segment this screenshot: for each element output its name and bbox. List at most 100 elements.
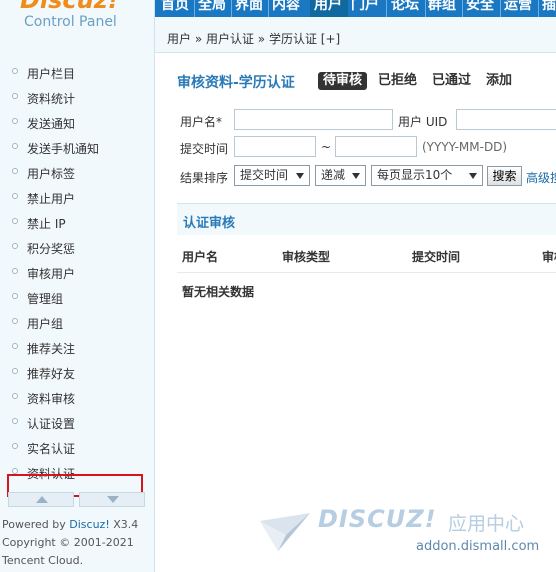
sidebar-item-verify-settings[interactable]: 认证设置 bbox=[0, 412, 154, 432]
advanced-search-link[interactable]: 高级搜索 bbox=[526, 169, 556, 186]
uid-input[interactable] bbox=[456, 109, 556, 130]
sidebar-item-profile-review[interactable]: 资料审核 bbox=[0, 387, 154, 407]
time-start-input[interactable] bbox=[234, 136, 316, 157]
nav-divider bbox=[425, 0, 426, 17]
watermark-logo: DISCUZ! bbox=[318, 505, 437, 533]
bullet-icon bbox=[12, 268, 18, 274]
sidebar-item-user-groups[interactable]: 用户组 bbox=[0, 312, 154, 332]
sidebar-item-send-notice[interactable]: 发送通知 bbox=[0, 112, 154, 132]
nav-divider bbox=[538, 0, 539, 17]
bullet-icon bbox=[12, 118, 18, 124]
nav-divider bbox=[500, 0, 501, 17]
bullet-icon bbox=[12, 393, 18, 399]
dropdown-arrow-icon bbox=[352, 173, 360, 179]
empty-message: 暂无相关数据 bbox=[182, 285, 255, 299]
page-title: 审核资料-学历认证 bbox=[177, 75, 295, 91]
arrow-up-icon bbox=[36, 496, 48, 503]
col-header-username: 用户名 bbox=[182, 250, 219, 264]
nav-users[interactable]: 用户 bbox=[314, 0, 342, 14]
nav-global[interactable]: 全局 bbox=[198, 0, 226, 14]
sidebar-item-moderate-users[interactable]: 审核用户 bbox=[0, 262, 154, 282]
dropdown-arrow-icon bbox=[469, 173, 477, 179]
scroll-down-button[interactable] bbox=[79, 492, 145, 507]
per-page-value: 每页显示10个 bbox=[377, 168, 453, 182]
nav-groups[interactable]: 群组 bbox=[428, 0, 456, 14]
sort-order-select[interactable]: 递减 bbox=[315, 165, 366, 186]
paper-plane-icon bbox=[260, 513, 310, 551]
scroll-up-button[interactable] bbox=[8, 492, 74, 507]
nav-portal[interactable]: 门户 bbox=[351, 0, 379, 14]
col-header-review-type: 审核类型 bbox=[282, 250, 331, 264]
section-header: 认证审核 bbox=[177, 203, 556, 235]
discuz-logo[interactable]: Discuz! bbox=[20, 0, 119, 14]
nav-home[interactable]: 首页 bbox=[161, 0, 189, 14]
nav-security[interactable]: 安全 bbox=[466, 0, 494, 14]
sidebar-item-user-tags[interactable]: 用户标签 bbox=[0, 162, 154, 182]
sidebar-item-label: 管理组 bbox=[27, 292, 64, 306]
bullet-icon bbox=[12, 218, 18, 224]
sidebar-item-credit-rewards[interactable]: 积分奖惩 bbox=[0, 237, 154, 257]
tab-pending[interactable]: 待审核 bbox=[318, 72, 368, 90]
sidebar-item-profile-stats[interactable]: 资料统计 bbox=[0, 87, 154, 107]
bullet-icon bbox=[12, 418, 18, 424]
watermark-text: 应用中心 bbox=[448, 513, 525, 535]
sidebar-item-label: 审核用户 bbox=[27, 267, 76, 281]
bullet-icon bbox=[12, 68, 18, 74]
sidebar-item-ban-user[interactable]: 禁止用户 bbox=[0, 187, 154, 207]
sort-order-value: 递减 bbox=[321, 168, 346, 182]
logo-area: Discuz! Control Panel bbox=[0, 0, 155, 50]
bullet-icon bbox=[12, 318, 18, 324]
tab-add[interactable]: 添加 bbox=[481, 72, 517, 90]
sidebar-item-admin-groups[interactable]: 管理组 bbox=[0, 287, 154, 307]
col-header-submit-time: 提交时间 bbox=[412, 250, 461, 264]
sort-field-select[interactable]: 提交时间 bbox=[234, 165, 310, 186]
search-button[interactable]: 搜索 bbox=[487, 166, 522, 186]
footer: Powered by Discuz! X3.4 Copyright © 2001… bbox=[2, 516, 138, 570]
nav-divider bbox=[386, 0, 387, 17]
nav-plugins[interactable]: 插件 bbox=[542, 0, 556, 14]
sort-field-value: 提交时间 bbox=[240, 168, 289, 182]
time-end-input[interactable] bbox=[335, 136, 417, 157]
sidebar-item-realname-verify[interactable]: 实名认证 bbox=[0, 437, 154, 457]
time-format-hint: (YYYY-MM-DD) bbox=[422, 140, 508, 154]
sidebar-item-label: 禁止 IP bbox=[27, 217, 66, 231]
bullet-icon bbox=[12, 193, 18, 199]
username-input[interactable] bbox=[234, 109, 393, 130]
per-page-select[interactable]: 每页显示10个 bbox=[371, 165, 483, 186]
sidebar-item-send-sms[interactable]: 发送手机通知 bbox=[0, 137, 154, 157]
control-panel-label: Control Panel bbox=[24, 14, 117, 30]
sidebar-item-label: 推荐好友 bbox=[27, 367, 76, 381]
nav-divider bbox=[231, 0, 232, 17]
bullet-icon bbox=[12, 443, 18, 449]
footer-powered-prefix: Powered by bbox=[2, 518, 70, 531]
bullet-icon bbox=[12, 143, 18, 149]
tab-rejected[interactable]: 已拒绝 bbox=[373, 72, 422, 90]
bullet-icon bbox=[12, 93, 18, 99]
dropdown-arrow-icon bbox=[296, 173, 304, 179]
footer-company: Tencent Cloud. bbox=[2, 554, 84, 567]
tab-approved[interactable]: 已通过 bbox=[427, 72, 476, 90]
sidebar-item-ban-ip[interactable]: 禁止 IP bbox=[0, 212, 154, 232]
nav-forum[interactable]: 论坛 bbox=[391, 0, 419, 14]
sidebar-scroll-controls bbox=[8, 492, 146, 508]
sidebar-item-label: 禁止用户 bbox=[27, 192, 76, 206]
discuz-link[interactable]: Discuz! bbox=[69, 518, 109, 531]
section-title: 认证审核 bbox=[183, 216, 236, 231]
sidebar-item-label: 资料统计 bbox=[27, 92, 76, 106]
sidebar-item-label: 资料审核 bbox=[27, 392, 76, 406]
sort-label: 结果排序 bbox=[180, 171, 229, 185]
nav-divider bbox=[268, 0, 269, 17]
breadcrumb-bar: 用户 » 用户认证 » 学历认证 [+] bbox=[155, 17, 556, 53]
bullet-icon bbox=[12, 368, 18, 374]
sidebar-item-recommend-follow[interactable]: 推荐关注 bbox=[0, 337, 154, 357]
nav-content[interactable]: 内容 bbox=[272, 0, 300, 14]
sidebar-item-label: 发送手机通知 bbox=[27, 142, 100, 156]
sidebar-item-user-columns[interactable]: 用户栏目 bbox=[0, 62, 154, 82]
nav-operations[interactable]: 运营 bbox=[504, 0, 532, 14]
col-header-review: 审核 bbox=[542, 250, 556, 264]
breadcrumb[interactable]: 用户 » 用户认证 » 学历认证 [+] bbox=[167, 30, 340, 47]
nav-interface[interactable]: 界面 bbox=[235, 0, 263, 14]
sidebar-item-recommend-friends[interactable]: 推荐好友 bbox=[0, 362, 154, 382]
main-content: 审核资料-学历认证 待审核 已拒绝 已通过 添加 用户名* 用户 UID 提交时… bbox=[156, 53, 556, 572]
time-separator: ~ bbox=[321, 140, 332, 154]
